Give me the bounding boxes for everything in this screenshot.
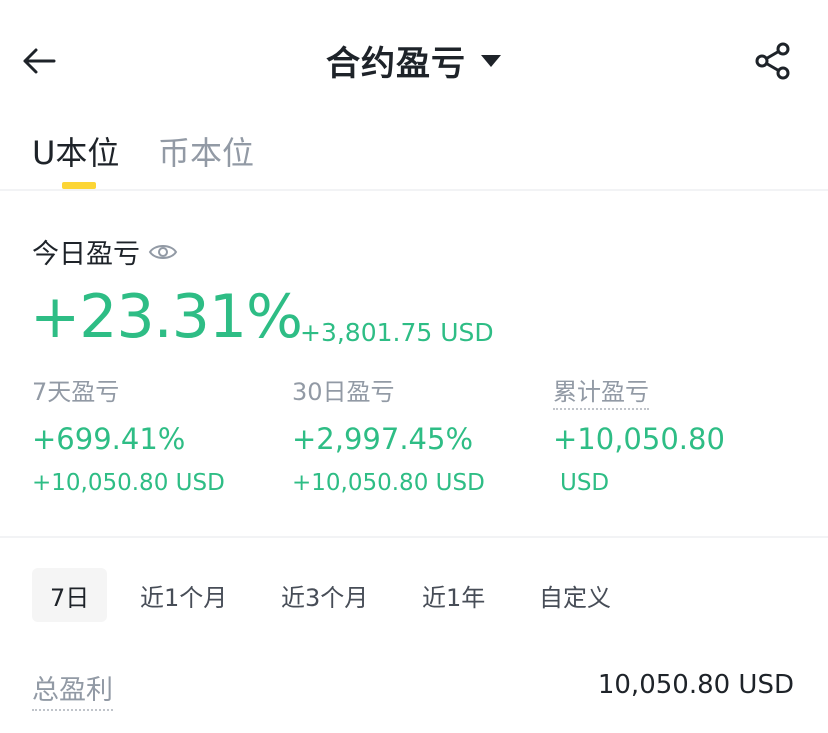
range-custom[interactable]: 自定义 xyxy=(539,568,611,622)
stat-30d-amount: +10,050.80 USD xyxy=(292,470,485,496)
total-profit-value: 10,050.80 USD xyxy=(597,670,794,700)
range-1m[interactable]: 近1个月 xyxy=(140,568,227,622)
title-dropdown[interactable]: 合约盈亏 xyxy=(0,36,828,85)
tab-usdt-margined[interactable]: U本位 xyxy=(32,128,119,174)
total-profit-label[interactable]: 总盈利 xyxy=(32,668,113,711)
stat-30d-label: 30日盈亏 xyxy=(292,378,395,406)
time-range-selector: 7日 近1个月 近3个月 近1年 自定义 xyxy=(0,568,828,622)
caret-down-icon xyxy=(481,54,501,67)
divider xyxy=(0,536,828,538)
share-icon xyxy=(755,42,790,80)
tab-coin-margined[interactable]: 币本位 xyxy=(158,128,254,174)
today-pnl-percent: +23.31% xyxy=(30,282,303,352)
stat-7d-percent: +699.41% xyxy=(32,422,186,456)
range-3m[interactable]: 近3个月 xyxy=(281,568,368,622)
margin-type-tabs: U本位 币本位 xyxy=(0,120,828,190)
stat-cumulative-label[interactable]: 累计盈亏 xyxy=(553,372,649,410)
stat-cumulative-unit: USD xyxy=(560,470,610,496)
range-1y[interactable]: 近1年 xyxy=(422,568,485,622)
active-tab-indicator xyxy=(62,182,96,189)
range-7d[interactable]: 7日 xyxy=(32,568,108,622)
page-title: 合约盈亏 xyxy=(326,44,466,84)
stat-7d-label: 7天盈亏 xyxy=(32,378,120,406)
eye-icon xyxy=(148,244,178,259)
today-pnl-amount: +3,801.75 USD xyxy=(300,318,494,347)
visibility-toggle[interactable] xyxy=(148,241,178,263)
stat-7d-amount: +10,050.80 USD xyxy=(32,470,225,496)
share-button[interactable] xyxy=(752,40,794,82)
stat-cumulative-value: +10,050.80 xyxy=(553,422,725,456)
stat-30d-percent: +2,997.45% xyxy=(292,422,473,456)
divider xyxy=(0,189,828,191)
today-pnl-label: 今日盈亏 xyxy=(32,232,178,271)
header: 合约盈亏 xyxy=(0,0,828,120)
today-pnl-label-text: 今日盈亏 xyxy=(32,239,140,270)
